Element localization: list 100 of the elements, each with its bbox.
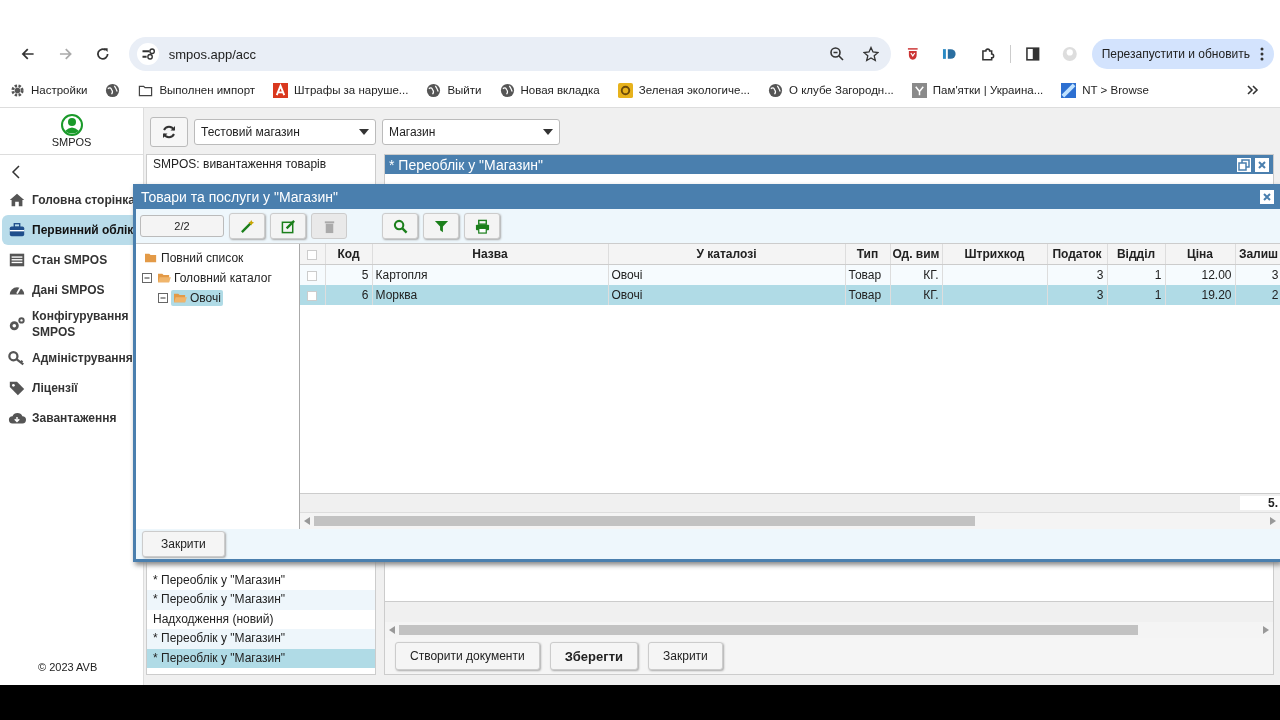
bookmark[interactable] — [105, 82, 121, 98]
bookmark[interactable]: Выполнен импорт — [138, 82, 256, 98]
action-button[interactable]: Закрити — [648, 642, 723, 670]
list-item[interactable]: Надходження (новий) — [147, 609, 375, 629]
table-cell: 2 — [1271, 288, 1279, 302]
column-header[interactable]: Штрихкод — [942, 244, 1047, 265]
site-icon — [273, 82, 289, 98]
refresh-icon — [161, 124, 177, 140]
column-header[interactable]: Залиш — [1235, 244, 1280, 265]
close-icon[interactable] — [1260, 190, 1274, 204]
table-cell: 6 — [361, 288, 369, 302]
tree-item[interactable]: Головний каталог — [155, 270, 274, 286]
scroll-left-icon[interactable] — [304, 517, 310, 525]
restore-icon[interactable] — [1237, 157, 1251, 172]
folder-icon — [144, 252, 158, 264]
logo-text: SMPOS — [51, 136, 92, 148]
sidebar-item[interactable]: Стан SMPOS — [2, 245, 143, 275]
globe-icon — [426, 82, 442, 98]
bookmark[interactable]: О клубе Загородн... — [768, 82, 894, 98]
caret-icon — [359, 129, 369, 135]
table-cell: 1 — [1154, 268, 1162, 282]
list-item[interactable]: * Переоблік у "Магазин" — [147, 570, 375, 590]
sidebar-item[interactable]: Ліцензії — [2, 373, 143, 404]
bookmark[interactable]: NT > Browse — [1061, 82, 1149, 98]
scroll-right-icon[interactable] — [1263, 626, 1269, 634]
column-header[interactable]: Назва — [372, 244, 608, 265]
table-cell: 3 — [1096, 268, 1104, 282]
toolbar-button[interactable] — [382, 213, 418, 239]
action-button[interactable]: Створити документи — [395, 642, 540, 670]
collapse-toggle[interactable] — [158, 293, 168, 303]
site-settings-icon[interactable] — [136, 43, 159, 65]
list-item[interactable]: * Переоблік у "Магазин" — [147, 590, 375, 610]
select-all-checkbox[interactable] — [307, 249, 318, 260]
search-icon — [392, 218, 408, 234]
bookmark[interactable]: Пам'ятки | Украина... — [911, 82, 1044, 98]
table-row[interactable]: 6 Морква Овочі Товар КГ. 3 1 19.20 2 — [300, 285, 1280, 305]
toolbar-button[interactable] — [270, 213, 306, 239]
list-item[interactable]: SMPOS: вивантаження товарів — [147, 155, 375, 175]
column-header[interactable]: У каталозі — [608, 244, 845, 265]
action-button[interactable]: Зберегти — [549, 642, 639, 670]
collapse-toggle[interactable] — [142, 273, 152, 283]
column-header[interactable]: Податок — [1047, 244, 1107, 265]
sidebar-item[interactable]: Адміністрування — [2, 343, 143, 374]
open-folder-icon — [157, 272, 171, 284]
bookmark[interactable]: Настройки — [10, 82, 88, 98]
table-cell: 12.00 — [1201, 268, 1232, 282]
column-header[interactable]: Од. вим — [890, 244, 942, 265]
restart-update-button[interactable]: Перезапустити и обновить — [1091, 39, 1274, 69]
tree-item[interactable]: Повний список — [142, 250, 246, 266]
filter-icon — [433, 218, 449, 234]
bookmark[interactable]: Новая вкладка — [499, 82, 600, 98]
chevron-left-icon[interactable] — [11, 165, 21, 179]
table-row[interactable]: 5 Картопля Овочі Товар КГ. 3 1 12.00 3 — [300, 264, 1280, 285]
site-icon — [617, 82, 633, 98]
close-button[interactable]: Закрити — [142, 531, 225, 557]
row-checkbox[interactable] — [307, 290, 318, 301]
tree-item[interactable]: Овочі — [171, 290, 223, 306]
horizontal-scrollbar[interactable] — [385, 622, 1273, 638]
address-bar[interactable]: smpos.app/acc — [128, 37, 891, 71]
row-checkbox[interactable] — [307, 270, 318, 281]
site-icon — [1061, 82, 1077, 98]
list-item[interactable]: * Переоблік у "Магазин" — [147, 648, 375, 668]
edit-icon — [280, 218, 296, 234]
caret-icon — [543, 129, 553, 135]
site-icon — [911, 82, 927, 98]
horizontal-scrollbar[interactable] — [300, 512, 1280, 529]
warehouse-select[interactable]: Магазин — [382, 119, 560, 145]
dialog-title: Товари та послуги у "Магазин" — [141, 189, 338, 205]
bookmark[interactable]: Штрафы за наруше... — [273, 82, 409, 98]
table-cell: 3 — [1096, 288, 1104, 302]
column-header[interactable]: Ціна — [1165, 244, 1235, 265]
toolbar-button[interactable] — [423, 213, 459, 239]
sidebar-item[interactable]: Конфігурування SMPOS — [2, 305, 143, 344]
globe-icon — [499, 82, 515, 98]
toolbar-button[interactable] — [464, 213, 500, 239]
table-cell: Овочі — [611, 268, 643, 282]
total-cell: 5. — [1240, 496, 1280, 510]
toolbar-button[interactable] — [229, 213, 265, 239]
tag-icon — [7, 379, 27, 398]
sidebar-item[interactable]: Завантаження — [2, 403, 143, 434]
column-header[interactable]: Відділ — [1107, 244, 1165, 265]
table-cell: 1 — [1154, 288, 1162, 302]
table-cell: 19.20 — [1201, 288, 1232, 302]
globe-icon — [768, 82, 783, 98]
more-icon — [1260, 47, 1264, 61]
column-header[interactable]: Код — [325, 244, 372, 265]
user-icon — [60, 114, 83, 136]
refresh-button[interactable] — [150, 117, 188, 147]
home-icon — [7, 191, 27, 209]
table-cell: КГ. — [923, 288, 939, 302]
scroll-right-icon[interactable] — [1270, 517, 1276, 525]
bookmark[interactable]: Выйти — [426, 82, 482, 98]
sidebar-item[interactable]: Дані SMPOS — [2, 275, 143, 305]
column-header[interactable]: Тип — [845, 244, 890, 265]
scroll-left-icon[interactable] — [389, 626, 395, 634]
list-item[interactable]: * Переоблік у "Магазин" — [147, 629, 375, 649]
store-select[interactable]: Тестовий магазин — [194, 119, 376, 145]
bookmark[interactable]: Зеленая экологиче... — [617, 82, 750, 98]
printer-icon — [474, 218, 490, 234]
close-icon[interactable] — [1255, 157, 1269, 172]
